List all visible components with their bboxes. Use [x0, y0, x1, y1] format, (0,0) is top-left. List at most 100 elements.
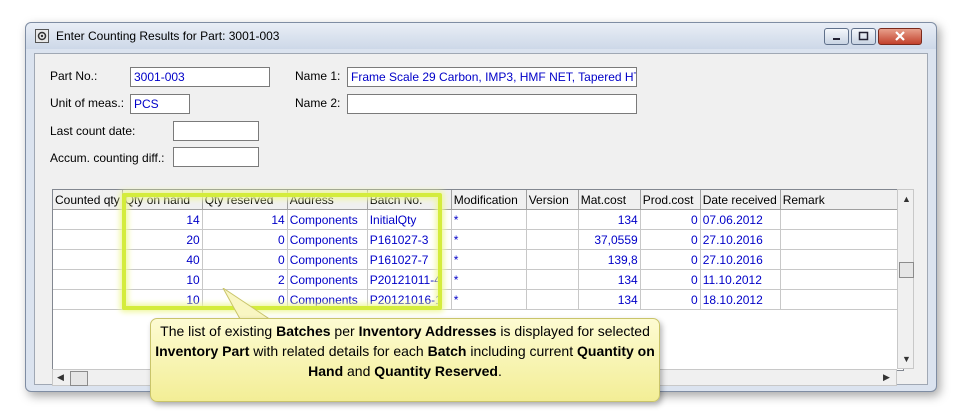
- counted-qty-cell[interactable]: [53, 229, 123, 250]
- accum-counting-diff-field[interactable]: [173, 147, 259, 167]
- date-received-cell: 18.10.2012: [700, 289, 781, 310]
- callout-bold-batch: Batch: [427, 343, 467, 359]
- remark-cell[interactable]: [780, 249, 899, 270]
- mat-cost-cell: 139,8: [578, 249, 641, 270]
- callout-text-5: including current: [466, 343, 577, 359]
- callout-bold-inventory-part: Inventory Part: [155, 343, 250, 359]
- prod-cost-cell: 0: [640, 269, 701, 290]
- date-received-cell: 11.10.2012: [700, 269, 781, 290]
- unit-of-meas-field[interactable]: PCS: [130, 94, 190, 114]
- callout-text-4: with related details for each: [249, 343, 428, 359]
- part-no-field[interactable]: 3001-003: [130, 67, 270, 87]
- batch-no-cell: P161027-7: [367, 249, 452, 270]
- prod-cost-cell: 0: [640, 209, 701, 230]
- table-row[interactable]: 20 0 Components P161027-3 * 37,0559 0 27…: [53, 229, 899, 250]
- scroll-up-icon[interactable]: ▲: [902, 194, 911, 204]
- qty-on-hand-cell: 10: [122, 269, 203, 290]
- col-batch-no[interactable]: Batch No.: [367, 190, 452, 210]
- minimize-button[interactable]: [824, 28, 849, 45]
- address-cell: Components: [287, 249, 368, 270]
- callout-text-7: .: [497, 363, 502, 379]
- name2-field[interactable]: [347, 94, 637, 114]
- modification-cell: *: [451, 209, 527, 230]
- remark-cell[interactable]: [780, 289, 899, 310]
- mat-cost-cell: 134: [578, 289, 641, 310]
- batches-table: Counted qty Qty on hand Qty reserved Add…: [53, 190, 899, 310]
- table-row[interactable]: 14 14 Components InitialQty * 134 0 07.0…: [53, 209, 899, 230]
- mat-cost-cell: 134: [578, 209, 641, 230]
- remark-cell[interactable]: [780, 209, 899, 230]
- qty-reserved-cell: 0: [202, 249, 288, 270]
- table-header-row: Counted qty Qty on hand Qty reserved Add…: [53, 190, 899, 210]
- qty-on-hand-cell: 40: [122, 249, 203, 270]
- table-row[interactable]: 40 0 Components P161027-7 * 139,8 0 27.1…: [53, 249, 899, 270]
- prod-cost-cell: 0: [640, 289, 701, 310]
- batch-no-cell: P20121016-1: [367, 289, 452, 310]
- horizontal-scroll-thumb[interactable]: [70, 371, 88, 386]
- modification-cell: *: [451, 249, 527, 270]
- table-row[interactable]: 10 2 Components P20121011-4 * 134 0 11.1…: [53, 269, 899, 290]
- prod-cost-cell: 0: [640, 249, 701, 270]
- counted-qty-cell[interactable]: [53, 249, 123, 270]
- title-bar[interactable]: Enter Counting Results for Part: 3001-00…: [26, 23, 936, 49]
- address-cell: Components: [287, 209, 368, 230]
- counted-qty-cell[interactable]: [53, 209, 123, 230]
- table-row[interactable]: 10 0 Components P20121016-1 * 134 0 18.1…: [53, 289, 899, 310]
- col-modification[interactable]: Modification: [451, 190, 527, 210]
- version-cell: [526, 229, 579, 250]
- version-cell: [526, 209, 579, 230]
- col-version[interactable]: Version: [526, 190, 579, 210]
- version-cell: [526, 289, 579, 310]
- counted-qty-cell[interactable]: [53, 289, 123, 310]
- maximize-button[interactable]: [851, 28, 876, 45]
- callout-bold-inventory-addresses: Inventory Addresses: [358, 323, 497, 339]
- date-received-cell: 07.06.2012: [700, 209, 781, 230]
- name2-label: Name 2:: [295, 96, 341, 110]
- col-mat-cost[interactable]: Mat.cost: [578, 190, 641, 210]
- col-prod-cost[interactable]: Prod.cost: [640, 190, 701, 210]
- scroll-right-icon[interactable]: ▶: [883, 372, 890, 383]
- qty-on-hand-cell: 14: [122, 209, 203, 230]
- unit-of-meas-label: Unit of meas.:: [50, 96, 125, 110]
- mat-cost-cell: 134: [578, 269, 641, 290]
- vertical-scroll-thumb[interactable]: [899, 262, 914, 278]
- last-count-date-field[interactable]: [173, 121, 259, 141]
- address-cell: Components: [287, 269, 368, 290]
- col-address[interactable]: Address: [287, 190, 368, 210]
- modification-cell: *: [451, 229, 527, 250]
- name1-field[interactable]: Frame Scale 29 Carbon, IMP3, HMF NET, Ta…: [347, 67, 637, 87]
- scroll-down-icon[interactable]: ▼: [902, 354, 911, 364]
- close-icon: [895, 31, 905, 41]
- annotation-callout: The list of existing Batches per Invento…: [150, 318, 660, 402]
- col-date-received[interactable]: Date received: [700, 190, 781, 210]
- accum-counting-diff-label: Accum. counting diff.:: [50, 151, 165, 165]
- callout-bold-batches: Batches: [276, 323, 331, 339]
- vertical-scrollbar[interactable]: ▲ ▼: [897, 189, 914, 369]
- modification-cell: *: [451, 289, 527, 310]
- callout-text-3: is displayed for selected: [496, 323, 650, 339]
- name1-label: Name 1:: [295, 69, 341, 83]
- callout-text-1: The list of existing: [160, 323, 277, 339]
- window-title: Enter Counting Results for Part: 3001-00…: [56, 29, 280, 43]
- col-qty-on-hand[interactable]: Qty on hand: [122, 190, 203, 210]
- close-button[interactable]: [878, 28, 922, 45]
- remark-cell[interactable]: [780, 269, 899, 290]
- part-no-label: Part No.:: [50, 69, 98, 83]
- scroll-left-icon[interactable]: ◀: [57, 372, 64, 383]
- batch-no-cell: InitialQty: [367, 209, 452, 230]
- col-counted-qty[interactable]: Counted qty: [53, 190, 123, 210]
- version-cell: [526, 249, 579, 270]
- batch-no-cell: P161027-3: [367, 229, 452, 250]
- remark-cell[interactable]: [780, 229, 899, 250]
- callout-text-2: per: [330, 323, 359, 339]
- app-gear-icon: [35, 29, 49, 43]
- callout-bold-qty-reserved: Quantity Reserved: [374, 363, 498, 379]
- qty-reserved-cell: 14: [202, 209, 288, 230]
- col-qty-reserved[interactable]: Qty reserved: [202, 190, 288, 210]
- prod-cost-cell: 0: [640, 229, 701, 250]
- col-remark[interactable]: Remark: [780, 190, 899, 210]
- last-count-date-label: Last count date:: [50, 124, 136, 138]
- mat-cost-cell: 37,0559: [578, 229, 641, 250]
- version-cell: [526, 269, 579, 290]
- counted-qty-cell[interactable]: [53, 269, 123, 290]
